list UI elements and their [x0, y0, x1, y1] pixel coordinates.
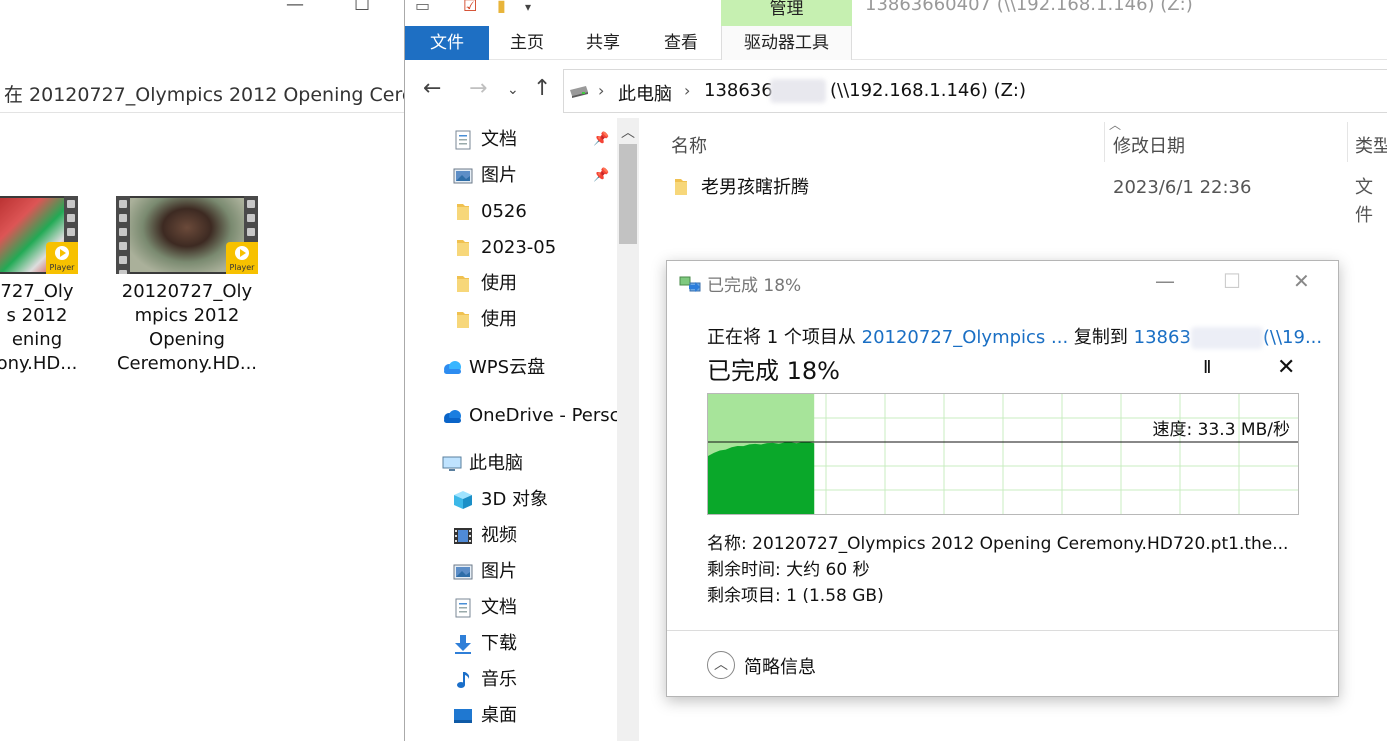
picture-icon — [453, 168, 473, 184]
pin-icon[interactable]: 📌 — [593, 168, 609, 183]
pc-icon — [442, 456, 462, 471]
scrollbar-thumb[interactable] — [619, 144, 637, 244]
column-divider[interactable] — [1104, 122, 1105, 162]
navigation-pane: 文档 📌 图片 📌 0526 2023-05 使用 使用 WPS云盘 OneDr… — [405, 118, 639, 741]
copy-progress-dialog: 已完成 18% — ☐ ✕ 正在将 1 个项目从 20120727_Olympi… — [666, 260, 1339, 697]
column-header-row: ︿ 名称 修改日期 类型 — [639, 118, 1387, 166]
player-badge-icon: Player — [46, 242, 78, 274]
download-icon — [455, 635, 471, 654]
document-icon — [455, 130, 471, 150]
source-link[interactable]: 20120727_Olympics ... — [862, 327, 1069, 348]
pause-icon[interactable]: II — [1203, 357, 1212, 378]
tab-home[interactable]: 主页 — [499, 26, 555, 60]
address-bar[interactable]: › 此电脑 › 138636 (\\192.168.1.146) (Z:) — [563, 69, 1387, 113]
breadcrumb-drive-suffix[interactable]: (\\192.168.1.146) (Z:) — [830, 80, 1026, 101]
column-header-type[interactable]: 类型 — [1355, 132, 1387, 158]
drive-icon[interactable]: ▭ — [415, 0, 430, 15]
speed-area — [708, 442, 815, 514]
picture-icon — [453, 564, 473, 580]
dialog-title: 已完成 18% — [707, 276, 802, 296]
video-icon — [454, 528, 472, 544]
video-thumbnail[interactable]: Player — [0, 196, 78, 274]
row-type: 文件 — [1355, 177, 1373, 226]
manage-context-tab[interactable]: 管理 — [721, 0, 852, 26]
folder-icon — [457, 276, 469, 292]
play-icon — [235, 246, 249, 260]
minimize-icon[interactable]: — — [1155, 269, 1175, 293]
redacted-region — [770, 79, 826, 103]
breadcrumb-drive-prefix[interactable]: 138636 — [704, 80, 773, 101]
player-badge-icon: Player — [226, 242, 258, 274]
maximize-icon[interactable]: ☐ — [354, 0, 370, 15]
fewer-details-button[interactable]: 简略信息 — [744, 653, 816, 679]
breadcrumb-separator: › — [598, 81, 605, 100]
play-icon — [55, 246, 69, 260]
divider — [667, 630, 1338, 631]
collapse-details-chevron-icon[interactable]: ︿ — [707, 651, 735, 679]
music-icon — [457, 672, 470, 688]
onedrive-icon — [444, 410, 461, 423]
cloud-icon — [444, 361, 461, 374]
tab-drive-tools[interactable]: 驱动器工具 — [721, 26, 852, 60]
document-icon — [455, 598, 471, 618]
file-label[interactable]: 20120727_Oly mpics 2012 Opening Ceremony… — [110, 280, 264, 376]
ribbon-tabs: 文件 主页 共享 查看 驱动器工具 — [405, 26, 1387, 60]
quick-access-toolbar: ▭ ☑ ▮ ▾ — [405, 0, 705, 22]
row-name: 老男孩瞎折腾 — [701, 177, 809, 198]
destination-link-prefix[interactable]: 13863 — [1134, 327, 1191, 348]
folder-path-text: 在 20120727_Olympics 2012 Opening Ceremo — [4, 84, 404, 106]
video-thumbnail[interactable]: Player — [116, 196, 258, 274]
tab-file[interactable]: 文件 — [405, 26, 489, 60]
file-label[interactable]: 727_Oly s 2012 ening ony.HD... — [0, 280, 80, 376]
divider — [0, 112, 404, 113]
copy-transfer-icon — [679, 276, 701, 292]
row-date: 2023/6/1 22:36 — [1113, 177, 1252, 198]
breadcrumb-separator: › — [684, 81, 691, 100]
redacted-region — [1190, 327, 1263, 349]
transfer-speed-graph: 速度: 33.3 MB/秒 — [707, 393, 1299, 515]
sort-ascending-caret-icon: ︿ — [1109, 118, 1122, 132]
cancel-icon[interactable]: ✕ — [1277, 355, 1295, 380]
close-icon[interactable]: ✕ — [1293, 269, 1310, 293]
tab-share[interactable]: 共享 — [575, 26, 631, 60]
scroll-up-chevron-icon[interactable]: ︿ — [617, 122, 639, 142]
speed-label: 速度: 33.3 MB/秒 — [1153, 420, 1290, 440]
column-header-name[interactable]: 名称 — [671, 132, 707, 158]
window-title: 13863660407 (\\192.168.1.146) (Z:) — [865, 0, 1193, 15]
progress-headline: 已完成 18% — [707, 357, 840, 385]
background-explorer-window: — ☐ 在 20120727_Olympics 2012 Opening Cer… — [0, 0, 404, 741]
folder-icon — [457, 240, 469, 256]
breadcrumb-this-pc[interactable]: 此电脑 — [618, 80, 672, 106]
column-header-date[interactable]: 修改日期 — [1113, 132, 1185, 158]
minimize-icon[interactable]: — — [286, 0, 304, 15]
file-name-line: 名称: 20120727_Olympics 2012 Opening Cerem… — [707, 534, 1289, 554]
properties-checkbox-icon[interactable]: ☑ — [463, 0, 477, 15]
pin-icon[interactable]: 📌 — [593, 132, 609, 147]
maximize-icon: ☐ — [1223, 269, 1241, 293]
cube-icon — [454, 491, 472, 509]
forward-arrow-icon[interactable]: → — [469, 76, 487, 101]
tab-view[interactable]: 查看 — [653, 26, 709, 60]
folder-icon — [675, 179, 687, 195]
file-list-row[interactable]: 老男孩瞎折腾 2023/6/1 22:36 文件 — [671, 174, 1387, 226]
back-arrow-icon[interactable]: ← — [423, 76, 441, 101]
film-strip — [116, 196, 130, 274]
folder-icon — [457, 312, 469, 328]
transfer-details: 名称: 20120727_Olympics 2012 Opening Cerem… — [707, 531, 1288, 609]
items-remaining-line: 剩余项目: 1 (1.58 GB) — [707, 586, 884, 606]
desktop-icon — [454, 709, 472, 723]
network-drive-icon — [570, 86, 588, 98]
recent-locations-chevron-icon[interactable]: ⌄ — [507, 82, 519, 98]
navigation-bar: ← → ⌄ ↑ › 此电脑 › 138636 (\\192.168.1.146)… — [405, 68, 1387, 114]
navigation-scrollbar[interactable]: ︿ — [617, 118, 639, 741]
time-remaining-line: 剩余时间: 大约 60 秒 — [707, 560, 870, 580]
speed-graph-svg: 速度: 33.3 MB/秒 — [708, 394, 1298, 514]
new-folder-icon[interactable]: ▮ — [497, 0, 506, 15]
destination-link-suffix[interactable]: (\\19... — [1263, 327, 1322, 348]
folder-icon — [457, 204, 469, 220]
up-arrow-icon[interactable]: ↑ — [533, 76, 551, 101]
customize-toolbar-icon[interactable]: ▾ — [525, 0, 531, 14]
column-divider[interactable] — [1347, 122, 1348, 162]
copy-description: 正在将 1 个项目从 20120727_Olympics ... 复制到 138… — [707, 327, 1323, 349]
